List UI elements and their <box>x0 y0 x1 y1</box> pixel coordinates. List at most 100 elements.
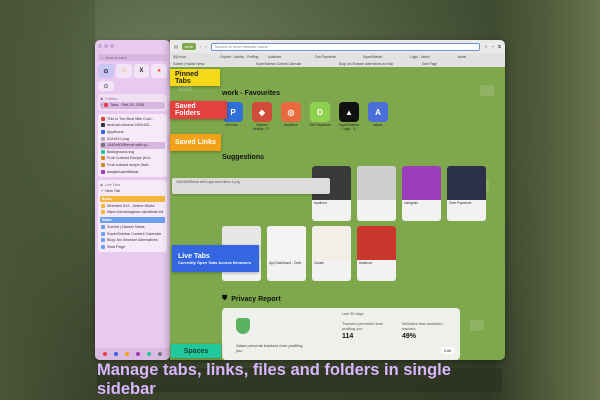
live-tab-item[interactable]: https://dearkingdom.ustrathlan.tld <box>100 209 165 216</box>
tab-favicon-icon <box>101 238 105 243</box>
live-tab-item[interactable]: Blog: Arc Browser Alternatives <box>100 237 165 244</box>
pinned-smiley-icon[interactable]: ☺ <box>115 64 132 78</box>
suggestion-card[interactable]: Audience <box>357 226 396 281</box>
saved-link-item[interactable]: Fruit Custard Recipe (frui... <box>100 155 165 162</box>
favourite-item[interactable]: ◎ Audience <box>280 102 302 132</box>
suggestion-card[interactable]: Zeeb Payments <box>447 166 486 221</box>
live-tab-label: SuperSidebar Content Calendar <box>107 231 162 236</box>
favourite-item[interactable]: D Zeb Payments <box>309 102 331 132</box>
bag-icon <box>470 320 484 331</box>
live-group-header[interactable]: Safari <box>100 216 165 223</box>
favourites-title: work - Favourites <box>222 90 280 97</box>
callout-live-tabs: Live Tabs Currently Open Tabs Across Bro… <box>172 245 259 272</box>
live-tab-item[interactable]: Wrestlen Ex3 - Anime World <box>100 203 165 210</box>
saved-link-item[interactable]: 1440x900Remix with sp... <box>100 141 165 149</box>
window-dot[interactable] <box>110 44 114 48</box>
suggestion-card[interactable] <box>357 166 396 221</box>
shield-small-icon: ⛊ <box>222 295 228 302</box>
saved-link-item[interactable]: 512x512.png <box>100 135 165 142</box>
folder-item[interactable]: › Tabs - Feb 29, 2028 <box>100 102 165 109</box>
browser-tab[interactable]: Zeb Payments <box>315 55 359 59</box>
saved-link-item[interactable]: This is The Best Milk Cust... <box>100 116 165 123</box>
favourite-item[interactable]: ◆ Explore Activity - P... <box>251 102 273 132</box>
saved-link-label: 1440x900Remix with sp... <box>107 143 151 148</box>
new-tab-icon[interactable]: + <box>492 44 494 49</box>
stat-trackers: Trackers prevented from profiling you 11… <box>342 322 384 340</box>
browser-tab[interactable]: SuperSidebar <box>363 55 407 59</box>
suggestion-card[interactable]: App Dashboard - Zeeb <box>267 226 306 281</box>
space-dot[interactable] <box>124 352 129 356</box>
browser-tab[interactable]: Start Page <box>422 62 502 66</box>
favourite-item[interactable]: Aadmin <box>367 102 389 132</box>
suggestion-thumbnail <box>447 166 486 200</box>
tab-overview-icon[interactable]: ⧉ <box>498 44 501 49</box>
shield-icon <box>236 318 250 334</box>
sidebar-search[interactable]: ⌕ Search tabs <box>98 54 167 61</box>
saved-link-label: Applicons <box>107 130 124 135</box>
link-favicon-icon <box>101 116 105 121</box>
browser-tab[interactable]: Blog: Arc Browser Alternatives for Mac <box>339 62 419 66</box>
suggestion-caption: App Dashboard - Zeeb <box>269 261 302 265</box>
live-tab-item[interactable]: Start Page <box>100 244 165 251</box>
link-favicon-icon <box>101 163 105 168</box>
browser-tab[interactable]: [M] Inbox <box>173 55 217 59</box>
saved-link-label: Fruit custard recipe (fruit... <box>107 163 152 168</box>
space-dot[interactable] <box>147 352 152 356</box>
saved-link-item[interactable]: awajishupertitlebar <box>100 168 165 175</box>
browser-tab[interactable]: Audience <box>268 55 312 59</box>
live-tab-item[interactable]: Submit | Hacker News <box>100 224 165 231</box>
address-bar[interactable]: Search or enter website name <box>210 42 481 51</box>
browser-tab[interactable]: admin <box>458 55 502 59</box>
browser-tab[interactable]: Submit | Hacker News <box>173 62 253 66</box>
stat-period: Last 30 days <box>342 312 364 316</box>
browser-toolbar: ▤ work ‹ › Search or enter website name … <box>170 40 505 53</box>
plus-icon: + <box>101 189 104 194</box>
window-dot[interactable] <box>98 44 102 48</box>
tab-favicon-icon <box>101 210 105 215</box>
settings-icon[interactable] <box>158 352 163 356</box>
background-left <box>0 0 95 400</box>
link-favicon-icon <box>101 143 105 148</box>
space-dot[interactable] <box>113 352 118 356</box>
suggestion-card[interactable]: Instagram <box>402 166 441 221</box>
tab-favicon-icon <box>101 225 105 230</box>
pinned-github2-icon[interactable]: ⊙ <box>98 81 114 91</box>
edit-button[interactable]: Edit <box>441 347 454 354</box>
favourite-item[interactable]: ▲ SuperSidebar - Login - V... <box>338 102 360 132</box>
favourite-label: admin <box>373 123 383 127</box>
browser-tab[interactable]: Login - Vercel <box>410 55 454 59</box>
space-dot[interactable] <box>136 352 141 356</box>
pinned-reddit-icon[interactable]: ● <box>151 64 167 78</box>
suggestion-card[interactable]: Claude <box>312 226 351 281</box>
folder-icon: ▣ <box>100 97 104 101</box>
favourite-label: Zeb Payments <box>309 123 331 127</box>
saved-link-item[interactable]: Background.svg <box>100 149 165 156</box>
saved-link-item[interactable]: android-chrome-192x192... <box>100 122 165 129</box>
forward-icon[interactable]: › <box>205 44 206 49</box>
pinned-github-icon[interactable]: ⊙ <box>98 64 114 78</box>
window-dot[interactable] <box>104 44 108 48</box>
new-tab-button[interactable]: + New Tab <box>100 188 165 195</box>
link-favicon-icon <box>101 169 105 174</box>
saved-link-label: This is The Best Milk Cust... <box>107 116 154 121</box>
space-dot[interactable] <box>102 352 107 356</box>
live-tab-label: Wrestlen Ex3 - Anime World <box>107 203 155 208</box>
sidebar-titlebar <box>95 40 170 52</box>
privacy-report-card[interactable]: Safari prevents trackers from profiling … <box>222 308 460 360</box>
pinned-x-icon[interactable]: X <box>133 64 150 78</box>
saved-link-item[interactable]: Applicons <box>100 129 165 136</box>
live-tab-label: https://dearkingdom.ustrathlan.tld <box>107 210 164 215</box>
share-icon[interactable]: ⇪ <box>484 44 487 49</box>
suggestion-thumbnail <box>312 226 351 260</box>
live-tab-item[interactable]: SuperSidebar Content Calendar <box>100 230 165 237</box>
saved-link-item[interactable]: Fruit custard recipe (fruit... <box>100 162 165 169</box>
favourite-label: Explore Activity - P... <box>253 123 271 131</box>
live-group-header[interactable]: Brave <box>100 195 165 202</box>
back-icon[interactable]: ‹ <box>200 44 201 49</box>
tab-favicon-icon <box>101 244 105 249</box>
browser-tab[interactable]: SuperSidebar Content Calendar <box>256 62 336 66</box>
tab-group-chip[interactable]: work <box>181 43 196 50</box>
sidebar-toggle-icon[interactable]: ▤ <box>174 44 178 49</box>
browser-tab[interactable]: Explore - Activity - Profiling <box>220 55 264 59</box>
favourites-row: P Let's live ... ◆ Explore Activity - P... ◎… <box>222 102 389 132</box>
